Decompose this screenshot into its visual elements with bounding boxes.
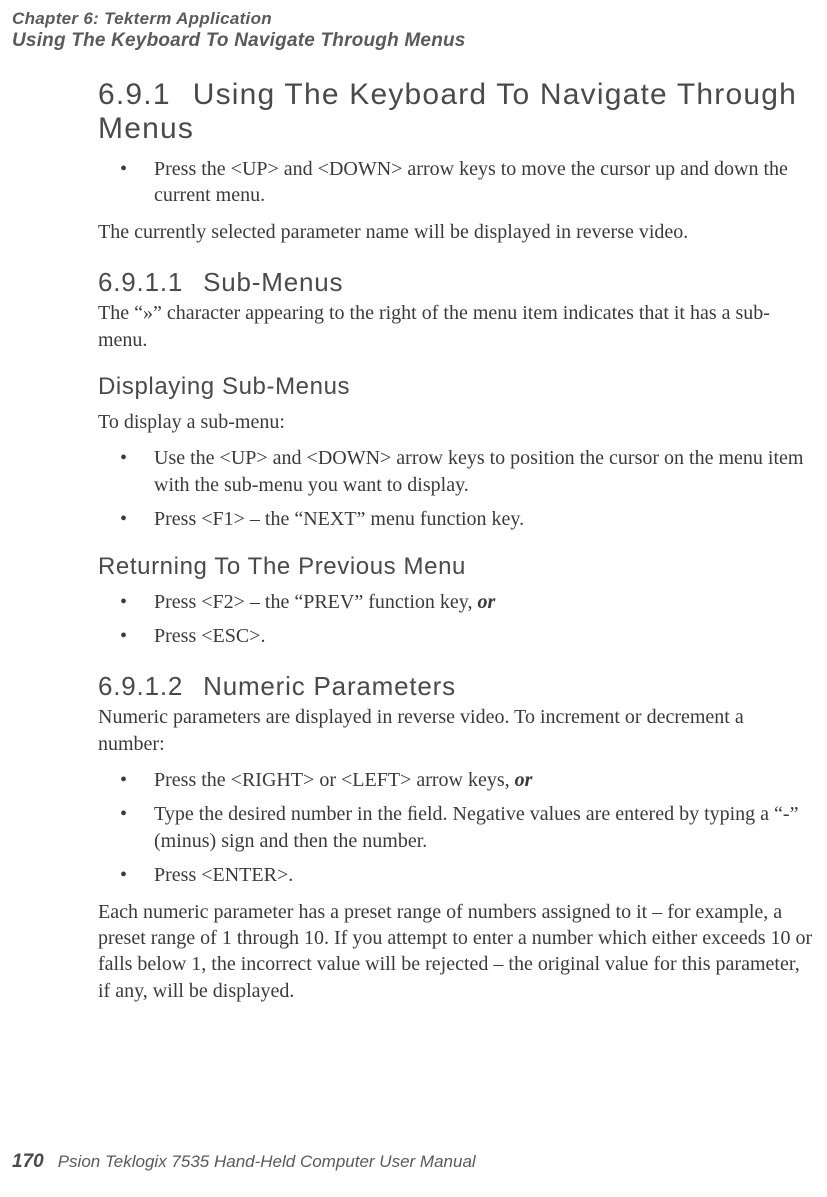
page-footer: 170 Psion Teklogix 7535 Hand-Held Compute… <box>12 1151 476 1173</box>
page-number: 170 <box>12 1151 44 1172</box>
heading-6-9-1-number: 6.9.1 <box>98 78 171 111</box>
heading-6-9-1-2-title: Numeric Parameters <box>203 671 456 701</box>
list-item-text: Press <F2> – the “PREV” function key, <box>154 591 477 613</box>
running-header-chapter: Chapter 6: Tekterm Application <box>12 8 466 29</box>
bullets-numeric: Press the <RIGHT> or <LEFT> arrow keys, … <box>98 767 814 889</box>
list-item: Type the desired number in the ﬁeld. Neg… <box>98 801 814 854</box>
heading-6-9-1-2-number: 6.9.1.2 <box>98 671 183 701</box>
footer-text: Psion Teklogix 7535 Hand-Held Computer U… <box>58 1152 476 1171</box>
paragraph: Numeric parameters are displayed in reve… <box>98 704 814 757</box>
list-item: Press <F2> – the “PREV” function key, or <box>98 589 814 615</box>
list-item-text: Press the <RIGHT> or <LEFT> arrow keys, <box>154 769 515 791</box>
list-item: Press the <RIGHT> or <LEFT> arrow keys, … <box>98 767 814 793</box>
bullets-displaying: Use the <UP> and <DOWN> arrow keys to po… <box>98 445 814 532</box>
or-emphasis: or <box>515 769 533 791</box>
page: Chapter 6: Tekterm Application Using The… <box>0 0 827 1197</box>
list-item: Press <ESC>. <box>98 623 814 649</box>
heading-6-9-1-1: 6.9.1.1 Sub-Menus <box>98 267 814 298</box>
running-header: Chapter 6: Tekterm Application Using The… <box>12 8 466 53</box>
list-item: Press <ENTER>. <box>98 862 814 888</box>
heading-displaying-sub-menus: Displaying Sub-Menus <box>98 373 814 401</box>
or-emphasis: or <box>477 591 495 613</box>
list-item: Press <F1> – the “NEXT” menu function ke… <box>98 506 814 532</box>
heading-6-9-1-1-number: 6.9.1.1 <box>98 267 183 297</box>
list-item: Press the <UP> and <DOWN> arrow keys to … <box>98 156 814 209</box>
paragraph: Each numeric parameter has a preset rang… <box>98 899 814 1005</box>
heading-returning-previous-menu: Returning To The Previous Menu <box>98 553 814 581</box>
heading-6-9-1-2: 6.9.1.2 Numeric Parameters <box>98 671 814 702</box>
list-item: Use the <UP> and <DOWN> arrow keys to po… <box>98 445 814 498</box>
page-content: 6.9.1Using The Keyboard To Navigate Thro… <box>98 78 814 1014</box>
heading-6-9-1-1-title: Sub-Menus <box>203 267 343 297</box>
paragraph: To display a sub-menu: <box>98 409 814 435</box>
bullets-6-9-1: Press the <UP> and <DOWN> arrow keys to … <box>98 156 814 209</box>
bullets-returning: Press <F2> – the “PREV” function key, or… <box>98 589 814 650</box>
running-header-section: Using The Keyboard To Navigate Through M… <box>12 29 466 53</box>
paragraph: The “»” character appearing to the right… <box>98 300 814 353</box>
heading-6-9-1-title: Using The Keyboard To Navigate Through M… <box>98 78 797 145</box>
heading-6-9-1: 6.9.1Using The Keyboard To Navigate Thro… <box>98 78 814 146</box>
paragraph: The currently selected parameter name wi… <box>98 219 814 245</box>
